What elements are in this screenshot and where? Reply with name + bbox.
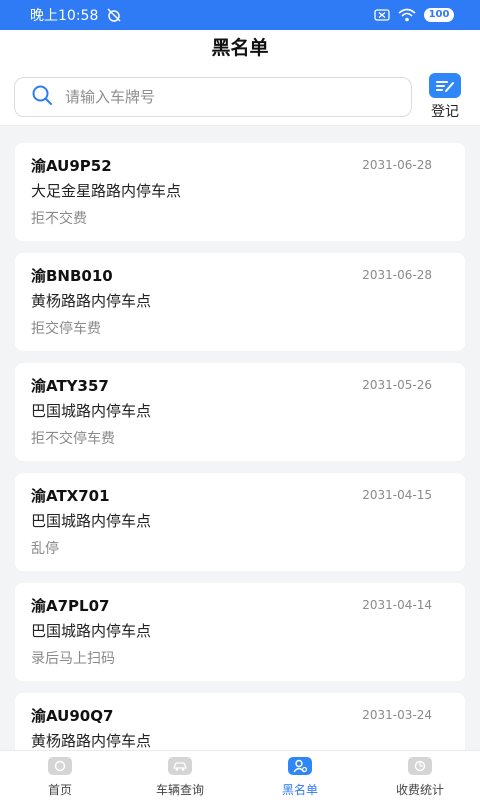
search-input[interactable] [65, 88, 365, 106]
record-date: 2031-04-15 [362, 488, 432, 502]
header: 黑名单 登记 [0, 30, 480, 126]
status-right: 100 [374, 8, 454, 22]
status-left: 晚上10:58 [30, 5, 122, 25]
register-button[interactable]: 登记 [426, 73, 464, 121]
record-card[interactable]: 渝AU9P52 2031-06-28 大足金星路路内停车点 拒不交费 [15, 143, 465, 241]
blacklist-icon [288, 757, 312, 775]
record-card[interactable]: 渝A7PL07 2031-04-14 巴国城路内停车点 录后马上扫码 [15, 583, 465, 681]
record-reason: 拒不交停车费 [31, 431, 115, 447]
alarm-off-icon [106, 7, 122, 23]
record-date: 2031-06-28 [362, 268, 432, 282]
wifi-icon [398, 8, 416, 22]
blacklist-list[interactable]: 渝AU9P52 2031-06-28 大足金星路路内停车点 拒不交费 渝BNB0… [0, 126, 480, 750]
tab-label: 黑名单 [281, 783, 318, 797]
record-card[interactable]: 渝AU90Q7 2031-03-24 黄杨路路内停车点 [15, 693, 465, 750]
record-location: 大足金星路路内停车点 [31, 182, 182, 200]
record-card[interactable]: 渝ATY357 2031-05-26 巴国城路内停车点 拒不交停车费 [15, 363, 465, 461]
register-label: 登记 [431, 104, 459, 120]
record-date: 2031-04-14 [362, 598, 432, 612]
record-location: 巴国城路内停车点 [31, 512, 152, 530]
register-icon [429, 73, 461, 98]
record-date: 2031-03-24 [362, 708, 432, 722]
record-reason: 乱停 [31, 541, 59, 557]
record-location: 黄杨路路内停车点 [31, 292, 152, 310]
record-card[interactable]: 渝ATX701 2031-04-15 巴国城路内停车点 乱停 [15, 473, 465, 571]
record-location: 巴国城路内停车点 [31, 622, 152, 640]
stats-icon [408, 757, 432, 775]
search-box[interactable] [14, 77, 412, 117]
car-icon [168, 757, 192, 775]
status-bar: 晚上10:58 100 [0, 0, 480, 30]
record-reason: 拒不交费 [31, 211, 87, 227]
battery-icon: 100 [424, 8, 454, 22]
tab-label: 首页 [47, 783, 72, 797]
record-reason: 录后马上扫码 [31, 651, 115, 667]
tab-blacklist[interactable]: 黑名单 [240, 751, 360, 800]
status-time: 晚上10:58 [30, 8, 99, 24]
record-reason: 拒交停车费 [31, 321, 101, 337]
record-location: 黄杨路路内停车点 [31, 732, 152, 750]
tab-bar: 首页 车辆查询 黑名单 收费统计 [0, 750, 480, 800]
page-title: 黑名单 [211, 37, 269, 59]
tab-label: 车辆查询 [155, 783, 204, 797]
home-icon [48, 757, 72, 775]
sim-x-icon [374, 9, 390, 21]
record-location: 巴国城路内停车点 [31, 402, 152, 420]
record-card[interactable]: 渝BNB010 2031-06-28 黄杨路路内停车点 拒交停车费 [15, 253, 465, 351]
record-date: 2031-06-28 [362, 158, 432, 172]
search-icon [31, 84, 53, 110]
record-date: 2031-05-26 [362, 378, 432, 392]
tab-fee-statistics[interactable]: 收费统计 [360, 751, 480, 800]
tab-home[interactable]: 首页 [0, 751, 120, 800]
tab-vehicle-query[interactable]: 车辆查询 [120, 751, 240, 800]
tab-label: 收费统计 [395, 783, 444, 797]
